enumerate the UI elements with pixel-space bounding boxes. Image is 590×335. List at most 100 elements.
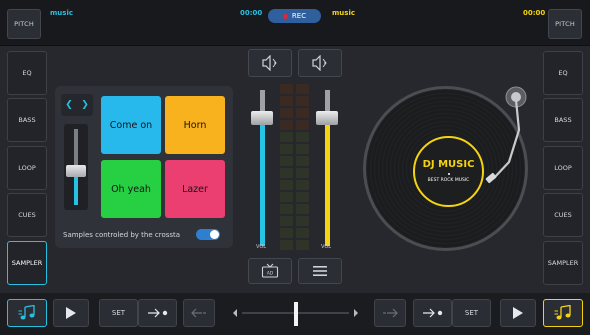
deck-a-volume-slider[interactable] (250, 82, 274, 252)
sampler-crossfader-note: Samples controled by the crossta (63, 231, 181, 239)
deck-b-jump-cue-button[interactable] (413, 299, 452, 327)
meter-cell (296, 204, 309, 214)
speaker-mute-icon (312, 55, 327, 71)
pad-lazer[interactable]: Lazer (165, 160, 225, 218)
meter-cell (280, 108, 293, 118)
speaker-mute-icon (262, 55, 277, 71)
left-bass-button[interactable]: BASS (7, 98, 47, 142)
deck-a-play-button[interactable] (53, 299, 89, 327)
meter-cell (296, 180, 309, 190)
pad-oh-yeah[interactable]: Oh yeah (101, 160, 161, 218)
meter-cell (280, 216, 293, 226)
tonearm-pivot (511, 92, 521, 102)
meter-cell (280, 120, 293, 130)
record-label: DJ MUSIC BEST ROCK MUSIC (413, 136, 484, 207)
sampler-crossfader-toggle[interactable] (196, 229, 220, 240)
meter-cell (280, 180, 293, 190)
left-cues-button[interactable]: CUES (7, 193, 47, 237)
deck-a-time: 00:00 (240, 9, 263, 17)
meter-cell (280, 240, 293, 250)
deck-a-track-name: music (50, 9, 73, 17)
right-bass-button[interactable]: BASS (543, 98, 583, 142)
right-cues-button[interactable]: CUES (543, 193, 583, 237)
right-eq-button[interactable]: EQ (543, 51, 583, 95)
tonearm-base (505, 86, 527, 108)
meter-cell (296, 144, 309, 154)
deck-a-volume-fill (260, 118, 265, 246)
music-library-icon (18, 305, 35, 320)
meter-cell (296, 168, 309, 178)
top-bar: PITCH music 00:00 REC music 00:00 PITCH (0, 0, 590, 46)
deck-b-time: 00:00 (523, 9, 546, 17)
deck-a-library-button[interactable] (7, 299, 47, 327)
deck-a-set-cue-button[interactable]: SET (99, 299, 138, 327)
deck-b-mute-button[interactable] (298, 49, 342, 77)
pitch-bend-minus-icon (191, 308, 206, 318)
deck-b-pitch-bend-button[interactable] (374, 299, 406, 327)
left-loop-button[interactable]: LOOP (7, 146, 47, 190)
sampler-volume-slider[interactable] (64, 124, 88, 210)
turntable-deck-b[interactable]: DJ MUSIC BEST ROCK MUSIC (363, 86, 528, 251)
right-sampler-button[interactable]: SAMPLER (543, 241, 583, 285)
pitch-bend-plus-icon (383, 308, 398, 318)
meter-cell (296, 96, 309, 106)
record-button[interactable]: REC (268, 9, 321, 23)
meter-cell (296, 108, 309, 118)
meter-cell (296, 120, 309, 130)
meter-cell (296, 132, 309, 142)
deck-a-mute-button[interactable] (248, 49, 292, 77)
deck-a-volume-label: VOL (256, 244, 267, 250)
crossfader-knob[interactable] (293, 302, 298, 326)
meter-cell (296, 192, 309, 202)
deck-a-volume-knob[interactable] (251, 111, 273, 126)
chevron-right-icon[interactable]: ❯ (81, 100, 89, 110)
deck-b-library-button[interactable] (543, 299, 583, 327)
meter-cell (280, 192, 293, 202)
meter-cell (280, 156, 293, 166)
meter-cell (280, 84, 293, 94)
sampler-panel: ❮ ❯ Come on Horn Oh yeah Lazer Samples c… (55, 86, 233, 248)
sampler-volume-knob[interactable] (66, 164, 86, 177)
pitch-left-button[interactable]: PITCH (7, 9, 41, 39)
meter-cell (280, 132, 293, 142)
play-icon (66, 307, 76, 319)
meter-cell (296, 228, 309, 238)
bottom-bar: SET SET (0, 293, 590, 335)
deck-a-jump-cue-button[interactable] (138, 299, 177, 327)
menu-button[interactable] (298, 258, 342, 284)
music-library-icon (554, 305, 571, 320)
svg-text:AD: AD (267, 271, 274, 277)
record-label-dot (447, 173, 450, 175)
deck-b-volume-slider[interactable] (315, 82, 339, 252)
pad-come-on[interactable]: Come on (101, 96, 161, 154)
chevron-left-icon[interactable]: ❮ (65, 100, 73, 110)
record-dot-icon (282, 13, 288, 19)
ad-button[interactable]: AD (248, 258, 292, 284)
record-label: REC (291, 12, 307, 20)
meter-cell (280, 168, 293, 178)
deck-a-pitch-bend-button[interactable] (183, 299, 215, 327)
meter-cell (296, 84, 309, 94)
play-icon (513, 307, 523, 319)
meter-cell (296, 216, 309, 226)
deck-b-set-cue-button[interactable]: SET (452, 299, 491, 327)
deck-b-volume-fill (325, 118, 330, 246)
right-loop-button[interactable]: LOOP (543, 146, 583, 190)
deck-a-level-meter (280, 84, 293, 256)
deck-b-volume-knob[interactable] (316, 111, 338, 126)
crossfader-left-icon (233, 309, 237, 317)
left-sampler-button[interactable]: SAMPLER (7, 241, 47, 285)
crossfader[interactable] (232, 299, 359, 327)
deck-b-play-button[interactable] (500, 299, 536, 327)
pitch-right-button[interactable]: PITCH (548, 9, 582, 39)
arrow-to-cue-icon (147, 308, 167, 318)
meter-cell (296, 156, 309, 166)
meter-cell (280, 144, 293, 154)
left-eq-button[interactable]: EQ (7, 51, 47, 95)
record-title: DJ MUSIC (422, 159, 475, 170)
vinyl-record[interactable]: DJ MUSIC BEST ROCK MUSIC (366, 89, 525, 248)
meter-cell (296, 240, 309, 250)
record-subtitle: BEST ROCK MUSIC (427, 178, 470, 183)
pad-horn[interactable]: Horn (165, 96, 225, 154)
deck-b-level-meter (296, 84, 309, 256)
